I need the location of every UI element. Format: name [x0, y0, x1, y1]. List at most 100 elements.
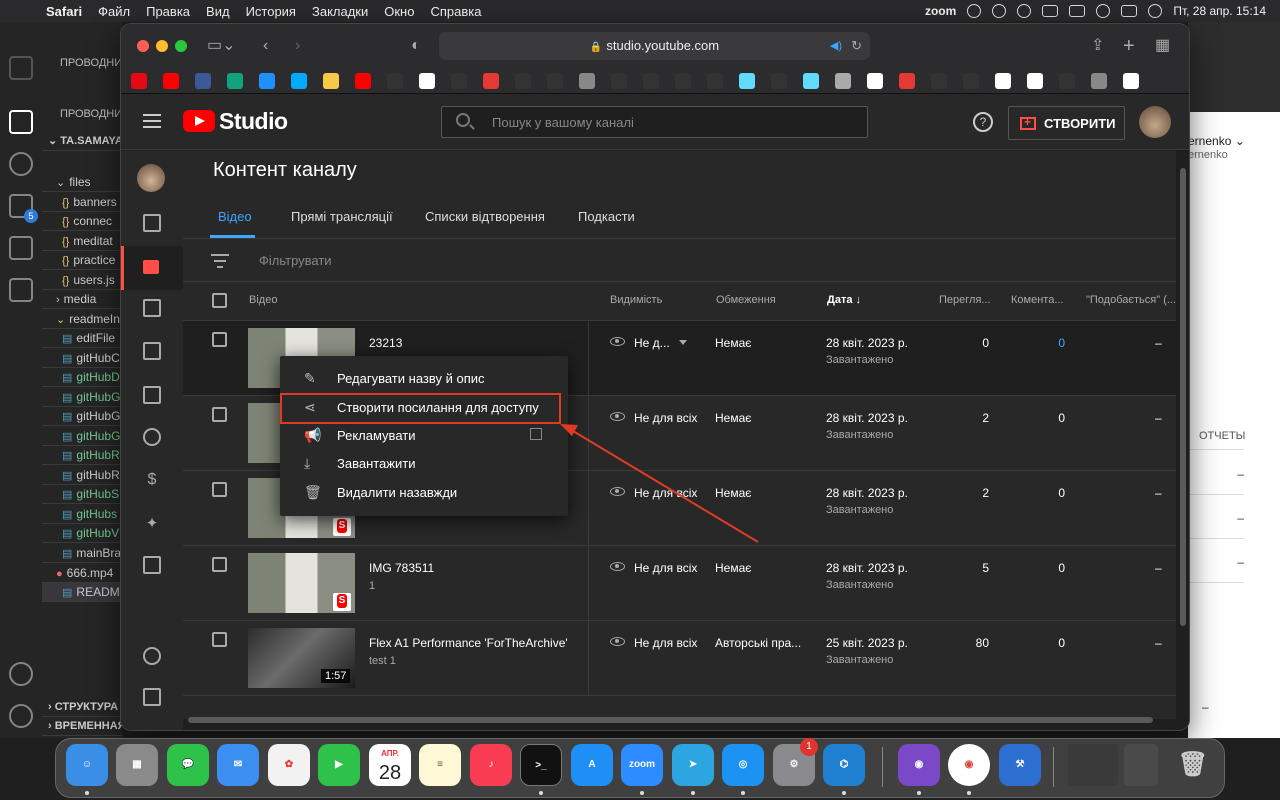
bookmark-favicon-icon[interactable] — [771, 73, 787, 89]
file-tree-item[interactable]: ▤ mainBra — [42, 544, 122, 563]
menu-item-promote[interactable]: 📢 Рекламувати — [280, 421, 568, 449]
bookmark-favicon-icon[interactable] — [387, 73, 403, 89]
menu-item-download[interactable]: ⤓ Завантажити — [280, 449, 568, 477]
bookmark-favicon-icon[interactable] — [835, 73, 851, 89]
messages-icon[interactable]: 💬 — [167, 744, 209, 786]
comments-value[interactable]: 0 — [1023, 336, 1065, 350]
file-tree-item[interactable]: › media — [42, 290, 122, 309]
mail-icon[interactable]: ✉ — [217, 744, 259, 786]
downloads-stack-icon[interactable] — [1068, 744, 1118, 786]
menu-edit[interactable]: Правка — [138, 4, 198, 19]
share-icon[interactable]: ⇪ — [1091, 36, 1104, 56]
finder-icon[interactable]: ☺ — [66, 744, 108, 786]
menu-file[interactable]: Файл — [90, 4, 138, 19]
bookmark-favicon-icon[interactable] — [131, 73, 147, 89]
bookmark-favicon-icon[interactable] — [739, 73, 755, 89]
account-avatar[interactable] — [1139, 106, 1171, 138]
menu-app-name[interactable]: Safari — [38, 4, 90, 19]
facetime-icon[interactable]: ▶ — [318, 744, 360, 786]
explorer-icon[interactable] — [9, 110, 33, 134]
file-tree-item[interactable]: ▤ gitHubG — [42, 427, 122, 446]
settings-icon[interactable] — [143, 647, 161, 665]
bookmark-favicon-icon[interactable] — [195, 73, 211, 89]
column-header-views[interactable]: Перегля... — [939, 294, 991, 306]
bookmark-favicon-icon[interactable] — [1091, 73, 1107, 89]
notes-icon[interactable]: ≡ — [419, 744, 461, 786]
bookmark-favicon-icon[interactable] — [419, 73, 435, 89]
menu-history[interactable]: История — [238, 4, 304, 19]
vertical-scrollbar[interactable] — [1180, 168, 1186, 626]
bookmark-favicon-icon[interactable] — [1027, 73, 1043, 89]
copyright-icon[interactable] — [143, 428, 161, 446]
chrome-icon[interactable]: ◉ — [948, 744, 990, 786]
video-title[interactable]: IMG 783511 — [369, 561, 434, 575]
bookmark-favicon-icon[interactable] — [675, 73, 691, 89]
timeline-section[interactable]: › ВРЕМЕННАЯ ШКАЛА — [42, 717, 122, 736]
bookmark-favicon-icon[interactable] — [899, 73, 915, 89]
column-header-restrictions[interactable]: Обмеження — [716, 294, 776, 306]
siri-icon[interactable] — [1148, 4, 1163, 18]
visibility-value[interactable]: Не для всіх — [634, 561, 697, 575]
bookmark-favicon-icon[interactable] — [1123, 73, 1139, 89]
channel-search-input[interactable]: Пошук у вашому каналі — [441, 106, 868, 138]
close-window-button[interactable] — [137, 40, 149, 52]
file-tree-item[interactable]: ▤ editFile — [42, 329, 122, 348]
bookmark-favicon-icon[interactable] — [515, 73, 531, 89]
row-checkbox[interactable] — [212, 407, 227, 422]
privacy-shield-icon[interactable]: ◐ — [411, 36, 421, 56]
bookmark-favicon-icon[interactable] — [355, 73, 371, 89]
forward-icon[interactable]: › — [295, 36, 300, 56]
hamburger-menu-icon[interactable] — [143, 114, 161, 128]
menu-item-edit-title[interactable]: ✎ Редагувати назву й опис — [280, 364, 568, 392]
file-tree-item[interactable]: ● 666.mp4 — [42, 564, 122, 583]
file-tree-item[interactable]: ▤ gitHubR — [42, 446, 122, 465]
row-checkbox[interactable] — [212, 632, 227, 647]
settings-gear-icon[interactable] — [9, 704, 33, 728]
column-header-visibility[interactable]: Видимість — [610, 294, 662, 306]
tab-live[interactable]: Прямі трансляції — [291, 209, 393, 224]
column-header-date[interactable]: Дата ↓ — [827, 294, 861, 306]
menu-window[interactable]: Окно — [376, 4, 422, 19]
bookmark-favicon-icon[interactable] — [579, 73, 595, 89]
video-title[interactable]: 23213 — [369, 336, 402, 350]
bookmark-favicon-icon[interactable] — [963, 73, 979, 89]
row-checkbox[interactable] — [212, 332, 227, 347]
bookmark-favicon-icon[interactable] — [451, 73, 467, 89]
search-icon[interactable] — [9, 152, 33, 176]
video-title[interactable]: Flex A1 Performance 'ForTheArchive' — [369, 636, 568, 650]
youtube-logo-icon[interactable] — [183, 110, 215, 132]
zoom-status-label[interactable]: zoom — [925, 4, 956, 18]
play-icon[interactable] — [1017, 4, 1032, 18]
file-tree-item[interactable]: {} users.js — [42, 271, 122, 290]
customization-icon[interactable]: ✦ — [143, 514, 161, 532]
visibility-dropdown-icon[interactable] — [679, 340, 687, 345]
bookmark-favicon-icon[interactable] — [291, 73, 307, 89]
app-store-icon[interactable]: A — [571, 744, 613, 786]
bookmark-favicon-icon[interactable] — [323, 73, 339, 89]
new-tab-icon[interactable]: + — [1123, 36, 1135, 56]
bookmark-favicon-icon[interactable] — [611, 73, 627, 89]
analytics-icon[interactable] — [143, 299, 161, 317]
tab-podcasts[interactable]: Подкасти — [578, 209, 635, 224]
visibility-value[interactable]: Не для всіх — [634, 411, 697, 425]
file-tree-item[interactable]: {} meditat — [42, 232, 122, 251]
row-checkbox[interactable] — [212, 557, 227, 572]
file-tree-item[interactable]: ▤ gitHubR — [42, 466, 122, 485]
calendar-icon[interactable]: АПР. 28 — [369, 744, 411, 786]
restrictions-value[interactable]: Авторські пра... — [715, 636, 801, 650]
run-debug-icon[interactable] — [9, 236, 33, 260]
channel-avatar[interactable] — [137, 164, 165, 192]
subtitles-icon[interactable] — [143, 386, 161, 404]
row-checkbox[interactable] — [212, 482, 227, 497]
file-tree-item[interactable]: ▤ gitHubS — [42, 485, 122, 504]
github-desktop-icon[interactable]: ◉ — [898, 744, 940, 786]
right-pane-user[interactable]: ernenko ⌄ — [1188, 134, 1245, 148]
file-tree-item[interactable]: ▤ gitHubG — [42, 407, 122, 426]
tab-overview-icon[interactable]: ▦ — [1155, 36, 1170, 56]
terminal-icon[interactable]: >_ — [520, 744, 562, 786]
bookmark-favicon-icon[interactable] — [803, 73, 819, 89]
menu-help[interactable]: Справка — [422, 4, 489, 19]
filter-input[interactable]: Фільтрувати — [259, 253, 332, 268]
studio-logo-text[interactable]: Studio — [219, 108, 288, 135]
bookmark-favicon-icon[interactable] — [547, 73, 563, 89]
